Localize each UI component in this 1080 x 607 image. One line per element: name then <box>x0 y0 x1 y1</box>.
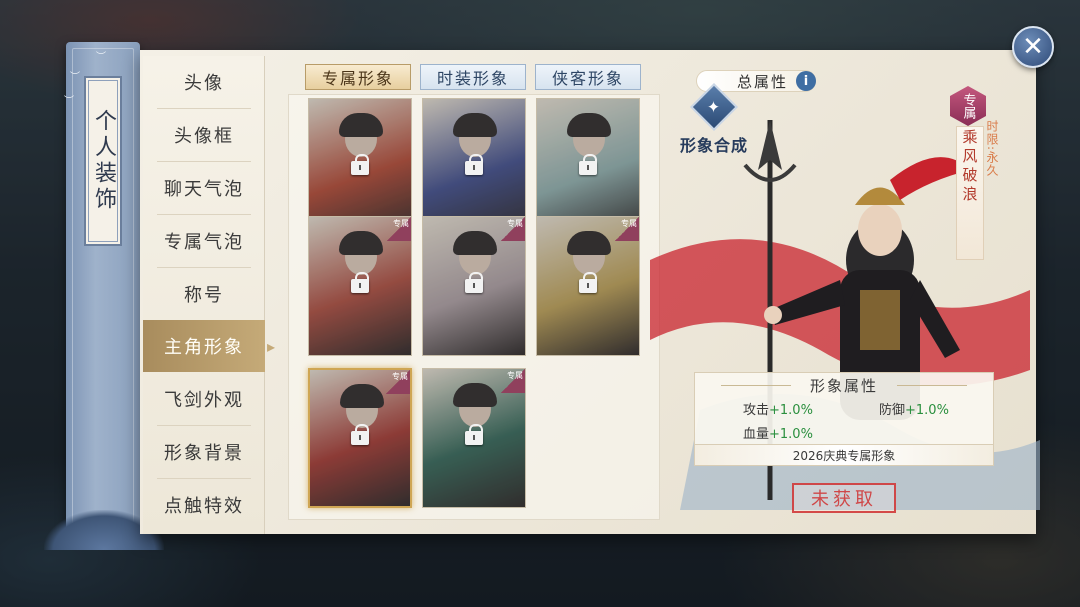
total-attributes-label: 总属性 <box>737 72 789 91</box>
attr-defense: 防御+1.0% <box>879 399 949 418</box>
menu-item-label: 飞剑外观 <box>164 390 244 411</box>
synthesis-icon: ✦ <box>689 82 739 132</box>
exclusive-badge-text: 专属 <box>960 93 976 119</box>
lock-icon <box>351 154 369 175</box>
attributes-title: 形象属性 <box>695 375 993 395</box>
tab-exclusive-look[interactable]: 专属形象 <box>305 64 411 90</box>
lock-icon <box>351 272 369 293</box>
attr-hp: 血量+1.0% <box>743 423 813 442</box>
look-card[interactable]: 专属 <box>308 368 412 508</box>
close-icon: ✕ <box>1022 32 1044 62</box>
menu-item-label: 主角形象 <box>164 337 244 358</box>
attr-name: 攻击 <box>743 403 770 418</box>
duration-label: 时限:永久 <box>985 120 999 178</box>
menu-item-avatar-frame[interactable]: 头像框 <box>143 109 265 161</box>
close-button[interactable]: ✕ <box>1012 26 1054 68</box>
lock-icon <box>465 154 483 175</box>
look-card[interactable]: 专属 <box>308 216 412 356</box>
bird-icon: ︶ <box>64 96 74 107</box>
menu-item-label: 专属气泡 <box>164 232 244 253</box>
look-card[interactable]: 专属 <box>422 216 526 356</box>
exclusive-corner-badge: 专属 <box>501 217 525 241</box>
side-menu: 头像 头像框 聊天气泡 专属气泡 称号 主角形象 飞剑外观 形象背景 点触特效 <box>143 56 277 534</box>
menu-item-exclusive-bubble[interactable]: 专属气泡 <box>143 215 265 267</box>
lock-icon <box>465 424 483 445</box>
tab-label: 时装形象 <box>436 69 509 88</box>
ribbon-title-box: 个人装饰 <box>84 76 122 246</box>
tab-fashion-look[interactable]: 时装形象 <box>420 64 526 90</box>
look-card[interactable]: 专属 <box>536 216 640 356</box>
menu-item-label: 称号 <box>184 285 224 306</box>
attr-value: +1.0% <box>769 403 813 418</box>
look-source-label: 2026庆典专属形象 <box>694 444 994 466</box>
bird-icon: ︶ <box>96 52 106 63</box>
tab-label: 侠客形象 <box>551 69 624 88</box>
lock-icon <box>351 424 369 445</box>
menu-item-label: 形象背景 <box>164 443 244 464</box>
bird-icon: ︶ <box>70 72 80 83</box>
look-synthesis-button[interactable]: ✦ 形象合成 <box>676 82 752 156</box>
menu-item-touch-effect[interactable]: 点触特效 <box>143 479 265 531</box>
menu-item-chat-bubble[interactable]: 聊天气泡 <box>143 162 265 214</box>
menu-item-label: 头像 <box>184 73 224 94</box>
menu-item-look-background[interactable]: 形象背景 <box>143 426 265 478</box>
lock-icon <box>579 272 597 293</box>
menu-item-label: 聊天气泡 <box>164 179 244 200</box>
lock-icon <box>465 272 483 293</box>
exclusive-corner-badge: 专属 <box>615 217 639 241</box>
attr-attack: 攻击+1.0% <box>743 399 813 418</box>
exclusive-corner-badge: 专属 <box>501 369 525 393</box>
look-source-text: 2026庆典专属形象 <box>792 448 896 463</box>
info-glyph: i <box>803 73 809 89</box>
attr-name: 血量 <box>743 427 770 442</box>
attr-value: +1.0% <box>905 403 949 418</box>
panel-title: 个人装饰 <box>91 109 116 213</box>
menu-item-label: 头像框 <box>174 126 234 147</box>
stamp-text: 未获取 <box>811 489 877 510</box>
lock-icon <box>579 154 597 175</box>
menu-item-label: 点触特效 <box>164 496 244 517</box>
menu-item-title[interactable]: 称号 <box>143 268 265 320</box>
attr-name: 防御 <box>879 403 906 418</box>
look-name: 乘风破浪 <box>960 129 979 205</box>
not-obtained-stamp: 未获取 <box>792 483 896 513</box>
look-card[interactable]: 专属 <box>422 368 526 508</box>
tab-hero-look[interactable]: 侠客形象 <box>535 64 641 90</box>
menu-item-flying-sword[interactable]: 飞剑外观 <box>143 373 265 425</box>
exclusive-corner-badge: 专属 <box>387 217 411 241</box>
tab-label: 专属形象 <box>321 69 394 88</box>
look-name-scroll: 乘风破浪 <box>956 126 984 260</box>
exclusive-corner-badge: 专属 <box>386 370 410 394</box>
info-icon[interactable]: i <box>796 71 816 91</box>
menu-item-character-look[interactable]: 主角形象 <box>143 320 277 372</box>
menu-item-avatar[interactable]: 头像 <box>143 56 265 108</box>
attr-value: +1.0% <box>769 427 813 442</box>
synthesis-label: 形象合成 <box>679 136 748 155</box>
